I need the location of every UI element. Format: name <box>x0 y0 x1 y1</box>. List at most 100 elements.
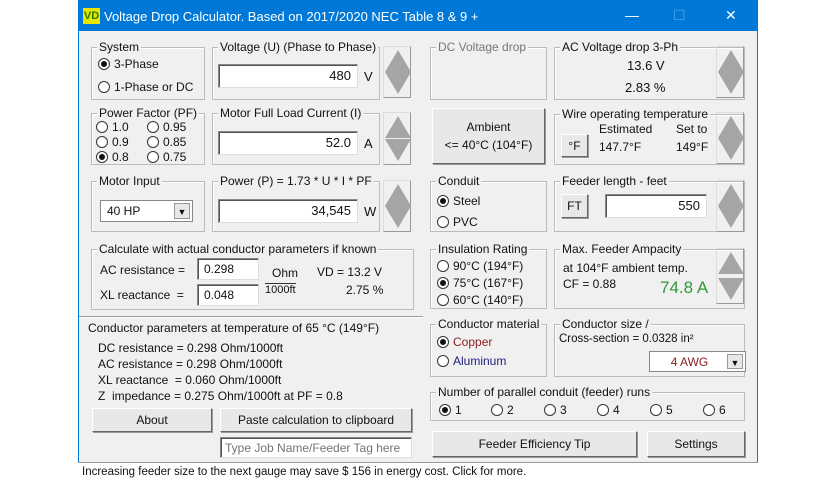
ambient-button[interactable]: Ambient <= 40°C (104°F) <box>432 108 545 164</box>
temp-spinner[interactable] <box>716 112 744 164</box>
power-factor-group: Power Factor (PF) 1.0 0.95 0.9 0.85 0.8 … <box>91 106 205 165</box>
maximize-button[interactable]: ☐ <box>673 7 686 24</box>
app-logo-icon: VD <box>83 8 100 24</box>
power-input[interactable]: 34,545 <box>218 199 358 223</box>
group-label: Calculate with actual conductor paramete… <box>97 242 379 256</box>
group-label: Motor Input <box>97 174 162 188</box>
conductor-size-select[interactable]: 4 AWG ▼ <box>649 351 746 372</box>
job-name-input[interactable] <box>220 437 412 458</box>
estimated-temp: 147.7°F <box>599 140 642 154</box>
radio-copper[interactable]: Copper <box>437 335 492 349</box>
title-bar: VD Voltage Drop Calculator. Based on 201… <box>79 1 757 31</box>
ampacity-spinner[interactable] <box>716 248 744 304</box>
radio-pf-0.75[interactable]: 0.75 <box>147 150 186 164</box>
radio-runs-5[interactable]: 5 <box>650 403 673 417</box>
correction-factor: CF = 0.88 <box>563 277 617 291</box>
xl-reactance-line: XL reactance = 0.060 Ohm/1000ft <box>98 373 282 387</box>
close-button[interactable]: ✕ <box>725 7 737 24</box>
current-spinner[interactable] <box>383 112 411 165</box>
estimated-label: Estimated <box>599 122 653 136</box>
xl-reactance-label: XL reactance = <box>100 288 184 302</box>
radio-60c[interactable]: 60°C (140°F) <box>437 293 523 307</box>
power-spinner[interactable] <box>383 180 411 232</box>
radio-pf-0.85[interactable]: 0.85 <box>147 135 186 149</box>
ac-resistance-label: AC resistance = <box>100 263 186 277</box>
temp-unit-button[interactable]: °F <box>561 134 588 157</box>
ac-spinner[interactable] <box>716 46 744 98</box>
actual-vd: VD = 13.2 V <box>317 265 383 279</box>
radio-runs-2[interactable]: 2 <box>491 403 514 417</box>
radio-pvc[interactable]: PVC <box>437 215 478 229</box>
dc-voltage-drop-group: DC Voltage drop <box>430 40 547 100</box>
radio-runs-1[interactable]: 1 <box>439 403 462 417</box>
voltage-unit: V <box>364 69 373 84</box>
conduit-group: Conduit Steel PVC <box>430 174 547 232</box>
system-group: System 3-Phase 1-Phase or DC <box>91 40 205 100</box>
chevron-down-icon: ▼ <box>174 203 190 219</box>
radio-runs-3[interactable]: 3 <box>544 403 567 417</box>
group-label: Conductor size / <box>560 317 651 331</box>
group-label: AC Voltage drop 3-Ph <box>560 40 681 54</box>
ampacity-ambient: at 104°F ambient temp. <box>563 261 688 275</box>
group-label: Feeder length - feet <box>560 174 669 188</box>
radio-runs-4[interactable]: 4 <box>597 403 620 417</box>
radio-pf-1.0[interactable]: 1.0 <box>96 120 129 134</box>
chevron-down-icon: ▼ <box>727 354 743 369</box>
ac-resistance-input[interactable]: 0.298 <box>197 258 259 280</box>
feeder-length-input[interactable]: 550 <box>605 194 707 218</box>
set-to-label: Set to <box>676 122 708 136</box>
voltage-spinner[interactable] <box>383 46 411 98</box>
ac-vd-volts: 13.6 V <box>627 58 665 73</box>
group-label: Power (P) = 1.73 * U * I * PF <box>218 174 374 188</box>
about-button[interactable]: About <box>92 408 212 432</box>
set-temp: 149°F <box>676 140 709 154</box>
parallel-runs-group: Number of parallel conduit (feeder) runs… <box>430 385 745 421</box>
radio-3-phase[interactable]: 3-Phase <box>98 57 159 71</box>
radio-1-phase[interactable]: 1-Phase or DC <box>98 80 193 94</box>
group-label: Insulation Rating <box>436 242 530 256</box>
current-input[interactable]: 52.0 <box>218 131 358 155</box>
radio-steel[interactable]: Steel <box>437 194 480 208</box>
paste-clipboard-button[interactable]: Paste calculation to clipboard <box>220 408 412 432</box>
radio-pf-0.95[interactable]: 0.95 <box>147 120 186 134</box>
separator <box>79 316 423 318</box>
power-unit: W <box>364 204 377 219</box>
radio-runs-6[interactable]: 6 <box>703 403 726 417</box>
length-unit-button[interactable]: FT <box>561 194 588 218</box>
ac-vd-percent: 2.83 % <box>625 80 666 95</box>
radio-pf-0.9[interactable]: 0.9 <box>96 135 129 149</box>
group-label: Power Factor (PF) <box>97 106 200 120</box>
status-bar[interactable]: Increasing feeder size to the next gauge… <box>78 462 758 484</box>
radio-pf-0.8[interactable]: 0.8 <box>96 150 129 164</box>
insulation-group: Insulation Rating 90°C (194°F) 75°C (167… <box>430 242 547 309</box>
window-title: Voltage Drop Calculator. Based on 2017/2… <box>104 9 479 24</box>
impedance-line: Z impedance = 0.275 Ohm/1000ft at PF = 0… <box>98 389 343 403</box>
actual-vd-percent: 2.75 % <box>346 283 384 297</box>
length-spinner[interactable] <box>716 180 744 232</box>
group-label: Conduit <box>436 174 482 188</box>
voltage-input[interactable]: 480 <box>218 64 358 88</box>
group-label: DC Voltage drop <box>436 40 529 54</box>
group-label: Conductor material <box>436 317 542 331</box>
cross-section: Cross-section = 0.0328 in² <box>559 333 694 345</box>
xl-reactance-input[interactable]: 0.048 <box>197 284 259 306</box>
radio-aluminum[interactable]: Aluminum <box>437 354 506 368</box>
unit-top: Ohm <box>272 266 299 280</box>
group-label: Wire operating temperature <box>560 107 711 121</box>
motor-input-select[interactable]: 40 HP ▼ <box>100 200 193 222</box>
group-label: Max. Feeder Ampacity <box>560 242 684 256</box>
radio-90c[interactable]: 90°C (194°F) <box>437 259 523 273</box>
settings-button[interactable]: Settings <box>647 431 745 457</box>
group-label: System <box>97 40 142 54</box>
params-title: Conductor parameters at temperature of 6… <box>88 321 380 335</box>
current-unit: A <box>364 136 373 151</box>
dc-resistance-line: DC resistance = 0.298 Ohm/1000ft <box>98 341 284 355</box>
minimize-button[interactable]: — <box>625 7 639 23</box>
material-group: Conductor material Copper Aluminum <box>430 317 547 377</box>
group-label: Voltage (U) (Phase to Phase) <box>218 40 379 54</box>
group-label: Number of parallel conduit (feeder) runs <box>436 385 653 399</box>
feeder-efficiency-tip-button[interactable]: Feeder Efficiency Tip <box>432 431 637 457</box>
radio-75c[interactable]: 75°C (167°F) <box>437 276 523 290</box>
unit-bottom: 1000ft <box>265 283 296 296</box>
ac-resistance-line: AC resistance = 0.298 Ohm/1000ft <box>98 357 283 371</box>
